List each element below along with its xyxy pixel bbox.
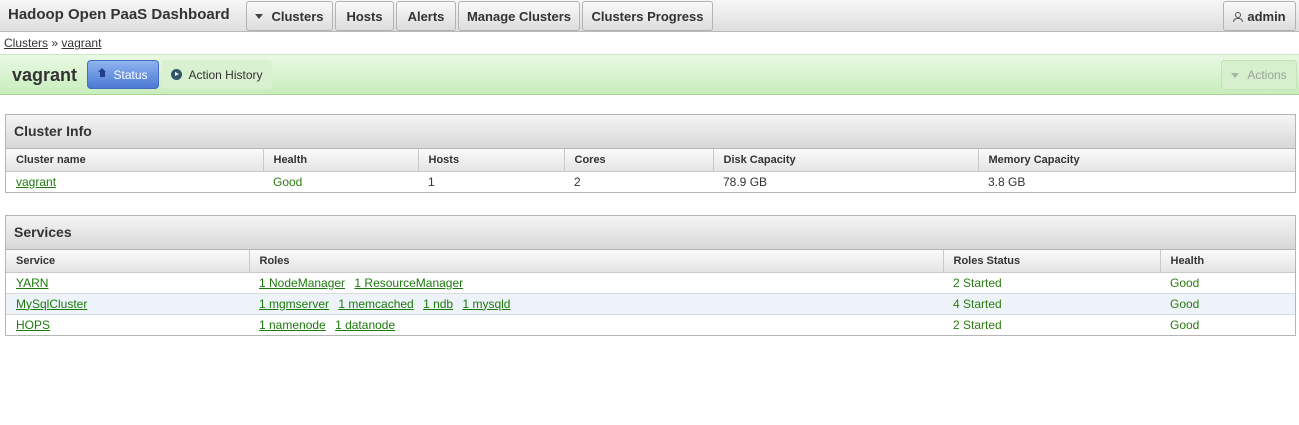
- breadcrumb-current-link[interactable]: vagrant: [61, 36, 101, 50]
- breadcrumb-separator: »: [51, 36, 59, 50]
- tab-action-history-label: Action History: [188, 67, 263, 82]
- actions-dropdown-button[interactable]: Actions: [1221, 60, 1297, 90]
- cluster-name-link[interactable]: vagrant: [16, 175, 56, 189]
- actions-label: Actions: [1247, 68, 1287, 82]
- cluster-memory: 3.8 GB: [988, 174, 1026, 189]
- services-table: Service Roles Roles Status Health YARN 1…: [6, 250, 1295, 335]
- column-header[interactable]: Service: [6, 250, 250, 273]
- cluster-cores: 2: [574, 174, 581, 189]
- column-header[interactable]: Disk Capacity: [713, 149, 979, 172]
- table-header-row: Cluster name Health Hosts Cores Disk Cap…: [6, 149, 1295, 172]
- chevron-down-icon: [255, 13, 264, 19]
- service-health: Good: [1170, 317, 1200, 332]
- home-icon: [98, 67, 107, 79]
- nav-clusters-label: Clusters: [271, 8, 324, 24]
- role-link[interactable]: 1 ResourceManager: [354, 276, 463, 290]
- role-link[interactable]: 1 mgmserver: [259, 297, 329, 311]
- page-title: vagrant: [12, 65, 78, 85]
- nav-alerts[interactable]: Alerts: [396, 1, 456, 31]
- nav-manage-clusters[interactable]: Manage Clusters: [458, 1, 580, 31]
- chevron-down-icon: [1231, 72, 1240, 78]
- column-header[interactable]: Roles Status: [943, 250, 1161, 273]
- table-row: vagrant Good 1 2 78.9 GB 3.8 GB: [6, 171, 1295, 192]
- nav-clusters-progress-label: Clusters Progress: [591, 8, 704, 24]
- column-header[interactable]: Health: [263, 149, 419, 172]
- cluster-hosts: 1: [428, 174, 435, 189]
- column-header[interactable]: Health: [1160, 250, 1295, 273]
- table-row: MySqlCluster 1 mgmserver 1 memcached 1 n…: [6, 293, 1295, 315]
- service-health: Good: [1160, 272, 1295, 294]
- role-link[interactable]: 1 NodeManager: [259, 276, 345, 290]
- service-link[interactable]: YARN: [16, 276, 48, 290]
- cluster-disk: 78.9 GB: [723, 174, 768, 189]
- service-health: Good: [1160, 293, 1295, 315]
- app-brand[interactable]: Hadoop Open PaaS Dashboard: [8, 6, 230, 23]
- column-header[interactable]: Memory Capacity: [978, 149, 1295, 172]
- user-icon: [1233, 11, 1244, 22]
- service-link[interactable]: HOPS: [16, 318, 50, 332]
- column-header[interactable]: Cluster name: [6, 149, 264, 172]
- nav-alerts-label: Alerts: [407, 8, 445, 24]
- roles-status: 4 Started: [943, 293, 1160, 315]
- breadcrumb-clusters-link[interactable]: Clusters: [4, 36, 48, 50]
- role-link[interactable]: 1 namenode: [259, 318, 326, 332]
- role-link[interactable]: 1 datanode: [335, 318, 395, 332]
- column-header[interactable]: Roles: [249, 250, 944, 273]
- table-row: YARN 1 NodeManager 1 ResourceManager 2 S…: [6, 272, 1295, 294]
- tab-status-label: Status: [113, 67, 148, 82]
- table-row: HOPS 1 namenode 1 datanode 2 Started Goo…: [6, 314, 1295, 335]
- column-header[interactable]: Hosts: [418, 149, 565, 172]
- roles-status: 2 Started: [953, 317, 1002, 332]
- breadcrumb: Clusters » vagrant: [4, 36, 101, 50]
- tab-status[interactable]: Status: [87, 60, 159, 89]
- services-title: Services: [6, 216, 1295, 250]
- column-header[interactable]: Cores: [564, 149, 714, 172]
- nav-hosts-label: Hosts: [346, 8, 383, 24]
- cluster-info-panel: Cluster Info Cluster name Health Hosts C…: [5, 114, 1296, 193]
- user-menu-button[interactable]: admin: [1223, 1, 1296, 31]
- user-name: admin: [1247, 8, 1286, 24]
- role-link[interactable]: 1 ndb: [423, 297, 453, 311]
- service-link[interactable]: MySqlCluster: [16, 297, 87, 311]
- top-navbar: Hadoop Open PaaS Dashboard Clusters Host…: [0, 0, 1299, 32]
- tab-action-history[interactable]: Action History: [162, 60, 272, 89]
- role-link[interactable]: 1 memcached: [338, 297, 413, 311]
- table-header-row: Service Roles Roles Status Health: [6, 250, 1295, 273]
- nav-clusters-progress[interactable]: Clusters Progress: [582, 1, 713, 31]
- cluster-health: Good: [273, 174, 303, 189]
- cluster-header-bar: vagrant Status Action History Actions: [0, 54, 1299, 95]
- nav-hosts[interactable]: Hosts: [335, 1, 394, 31]
- nav-clusters-dropdown[interactable]: Clusters: [246, 1, 333, 31]
- cluster-info-table: Cluster name Health Hosts Cores Disk Cap…: [6, 149, 1295, 192]
- play-circle-icon: [171, 69, 183, 80]
- nav-manage-clusters-label: Manage Clusters: [466, 8, 572, 24]
- roles-status: 2 Started: [943, 272, 1160, 294]
- services-panel: Services Service Roles Roles Status Heal…: [5, 215, 1296, 336]
- cluster-info-title: Cluster Info: [6, 115, 1295, 149]
- role-link[interactable]: 1 mysqld: [462, 297, 510, 311]
